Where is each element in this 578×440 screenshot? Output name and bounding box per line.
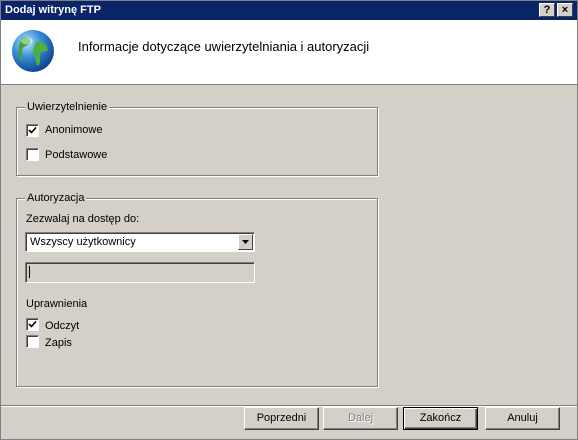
text-caret (29, 266, 30, 278)
authentication-legend: Uwierzytelnienie (25, 101, 110, 113)
chevron-down-icon (242, 240, 249, 244)
previous-button[interactable]: Poprzedni (244, 407, 319, 430)
anonymous-label[interactable]: Anonimowe (45, 124, 102, 136)
globe-icon (12, 30, 54, 72)
close-button[interactable]: × (557, 3, 573, 17)
wizard-header: Informacje dotyczące uwierzytelniania i … (1, 20, 577, 85)
dropdown-arrow-button[interactable] (238, 234, 253, 250)
dialog-window: Dodaj witrynę FTP ? × Informacje dotyczą… (0, 0, 578, 440)
write-checkbox[interactable] (26, 335, 39, 348)
permissions-label: Uprawnienia (26, 298, 88, 310)
next-button[interactable]: Dalej (323, 407, 398, 430)
cancel-button[interactable]: Anuluj (485, 407, 560, 430)
title-bar[interactable]: Dodaj witrynę FTP ? × (1, 1, 577, 20)
window-title: Dodaj witrynę FTP (5, 4, 101, 16)
checkmark-icon (28, 320, 37, 328)
read-label[interactable]: Odczyt (45, 320, 79, 332)
basic-checkbox[interactable] (26, 148, 39, 161)
authorization-legend: Autoryzacja (25, 192, 87, 204)
checkmark-icon (28, 126, 37, 134)
allow-access-dropdown[interactable]: Wszyscy użytkownicy (25, 232, 255, 252)
page-title: Informacje dotyczące uwierzytelniania i … (78, 39, 370, 54)
allow-access-value: Wszyscy użytkownicy (30, 236, 136, 248)
allow-access-label: Zezwalaj na dostęp do: (26, 213, 140, 225)
write-label[interactable]: Zapis (45, 337, 72, 349)
finish-button[interactable]: Zakończ (403, 407, 478, 430)
user-name-field[interactable] (25, 262, 255, 283)
help-button[interactable]: ? (539, 3, 555, 17)
basic-label[interactable]: Podstawowe (45, 149, 107, 161)
authorization-group: Autoryzacja Zezwalaj na dostęp do: Wszys… (16, 192, 378, 387)
authentication-group: Uwierzytelnienie Anonimowe Podstawowe (16, 101, 378, 176)
anonymous-checkbox[interactable] (26, 124, 39, 137)
read-checkbox[interactable] (26, 318, 39, 331)
